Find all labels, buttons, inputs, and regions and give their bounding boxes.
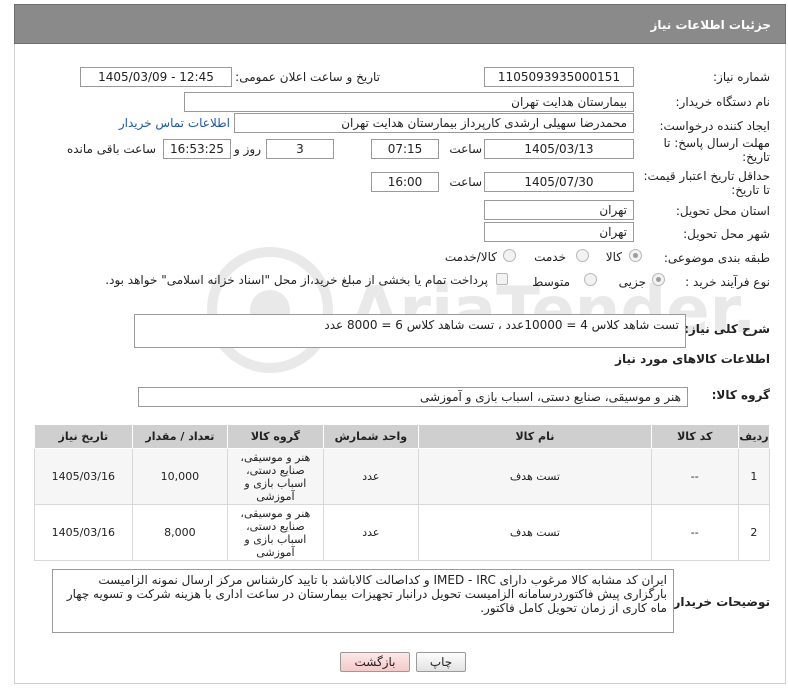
goods-section-title: اطلاعات کالاهای مورد نیاز xyxy=(615,352,770,366)
col-date: تاریخ نیاز xyxy=(34,424,133,449)
category-radio-service[interactable] xyxy=(576,249,589,262)
category-option-service: خدمت xyxy=(534,250,566,264)
city-field: تهران xyxy=(484,222,634,242)
col-name: نام کالا xyxy=(418,424,652,449)
cell-date: 1405/03/16 xyxy=(34,448,133,505)
process-option-minor: جزیی xyxy=(618,275,646,289)
validity-time-label: ساعت xyxy=(449,175,482,189)
validity-label-date: تا تاریخ: xyxy=(731,183,770,197)
buyer-org-field: بیمارستان هدایت تهران xyxy=(184,92,634,112)
panel-header: جزئیات اطلاعات نیاز xyxy=(14,4,786,44)
category-option-goods-service: کالا/خدمت xyxy=(444,250,497,264)
table-row: 1 -- تست هدف عدد هنر و موسیقی، صنایع دست… xyxy=(34,448,771,505)
cell-name: تست هدف xyxy=(418,448,652,505)
announce-field: 1405/03/09 - 12:45 xyxy=(80,67,232,87)
validity-date-field: 1405/07/30 xyxy=(484,172,634,192)
cell-name: تست هدف xyxy=(418,504,652,561)
goods-group-label: گروه کالا: xyxy=(711,388,770,402)
summary-field: تست شاهد کلاس 4 = 10000عدد ، تست شاهد کل… xyxy=(134,314,686,348)
deadline-label-date: تاریخ: xyxy=(742,150,770,164)
goods-table: ردیف کد کالا نام کالا واحد شمارش گروه کا… xyxy=(34,424,771,561)
col-unit: واحد شمارش xyxy=(322,424,420,449)
treasury-payment-checkbox[interactable] xyxy=(496,273,508,285)
col-qty: تعداد / مقدار xyxy=(131,424,229,449)
creator-label: ایجاد کننده درخواست: xyxy=(659,119,770,133)
deadline-label: مهلت ارسال پاسخ: تا xyxy=(663,136,770,150)
validity-label: حداقل تاریخ اعتبار قیمت: xyxy=(643,169,770,183)
process-option-medium: متوسط xyxy=(532,275,570,289)
days-label: روز و xyxy=(234,142,261,156)
remaining-time-field: 16:53:25 xyxy=(163,139,231,159)
process-label: نوع فرآیند خرید : xyxy=(685,275,770,289)
deadline-time-field: 07:15 xyxy=(371,139,439,159)
province-label: استان محل تحویل: xyxy=(675,204,770,218)
validity-time-field: 16:00 xyxy=(371,172,439,192)
col-code: کد کالا xyxy=(650,424,739,449)
city-label: شهر محل تحویل: xyxy=(683,227,770,241)
back-button[interactable]: بازگشت xyxy=(340,652,410,672)
category-radio-goods[interactable] xyxy=(629,249,642,262)
summary-label: شرح کلی نیاز: xyxy=(684,322,770,336)
days-remaining-field: 3 xyxy=(266,139,334,159)
province-field: تهران xyxy=(484,200,634,220)
process-radio-medium[interactable] xyxy=(584,273,597,286)
cell-group: هنر و موسیقی، صنایع دستی، اسباب بازی و آ… xyxy=(227,504,324,561)
buyer-org-label: نام دستگاه خریدار: xyxy=(675,95,771,109)
creator-field: محمدرضا سهیلی ارشدی کارپرداز بیمارستان ه… xyxy=(234,113,634,133)
deadline-date-field: 1405/03/13 xyxy=(484,139,634,159)
category-radio-goods-service[interactable] xyxy=(503,249,516,262)
cell-qty: 8,000 xyxy=(131,504,229,561)
page-title: جزئیات اطلاعات نیاز xyxy=(650,18,771,32)
cell-group: هنر و موسیقی، صنایع دستی، اسباب بازی و آ… xyxy=(227,448,324,505)
process-radio-minor[interactable] xyxy=(652,273,665,286)
cell-unit: عدد xyxy=(322,504,420,561)
payment-note: پرداخت تمام یا بخشی از مبلغ خرید،از محل … xyxy=(105,273,488,287)
buyer-notes-label: توضیحات خریدار: xyxy=(668,595,770,609)
buyer-notes-field: ایران کد مشابه کالا مرغوب دارای IMED - I… xyxy=(52,569,674,633)
table-row: 2 -- تست هدف عدد هنر و موسیقی، صنایع دست… xyxy=(34,504,771,561)
deadline-time-label: ساعت xyxy=(449,142,482,156)
cell-row: 2 xyxy=(737,504,771,561)
col-row: ردیف xyxy=(737,424,771,449)
col-group: گروه کالا xyxy=(227,424,324,449)
goods-table-header: ردیف کد کالا نام کالا واحد شمارش گروه کا… xyxy=(34,424,771,449)
remaining-time-label: ساعت باقی مانده xyxy=(66,142,156,156)
cell-row: 1 xyxy=(737,448,771,505)
category-label: طبقه بندی موضوعی: xyxy=(663,251,770,265)
need-number-label: شماره نیاز: xyxy=(713,70,770,84)
print-button[interactable]: چاپ xyxy=(416,652,466,672)
cell-code: -- xyxy=(650,448,739,505)
cell-code: -- xyxy=(650,504,739,561)
category-option-goods: کالا xyxy=(605,250,622,264)
cell-date: 1405/03/16 xyxy=(34,504,133,561)
cell-unit: عدد xyxy=(322,448,420,505)
need-number-field: 1105093935000151 xyxy=(484,67,634,87)
announce-label: تاریخ و ساعت اعلان عمومی: xyxy=(235,70,380,84)
goods-group-field: هنر و موسیقی، صنایع دستی، اسباب بازی و آ… xyxy=(138,387,688,407)
contact-info-link[interactable]: اطلاعات تماس خریدار xyxy=(119,116,230,130)
cell-qty: 10,000 xyxy=(131,448,229,505)
